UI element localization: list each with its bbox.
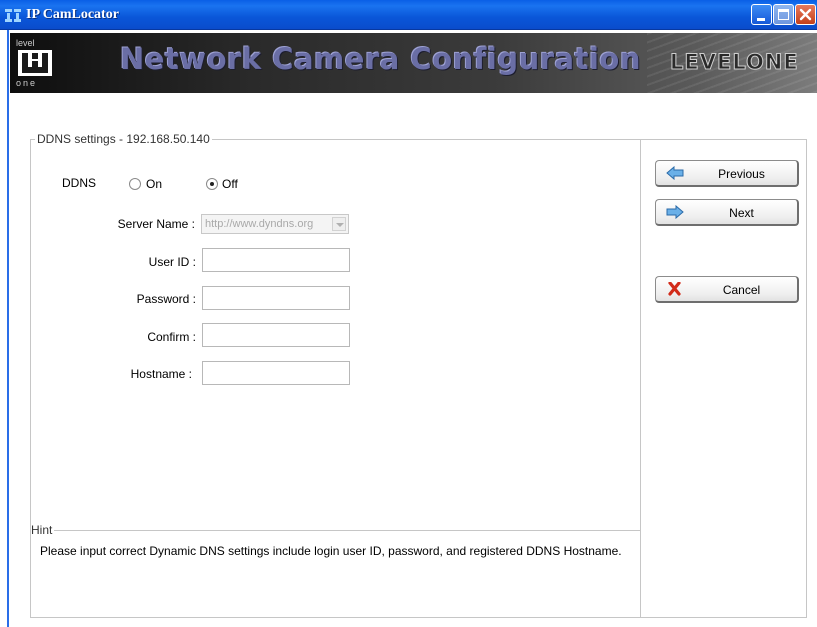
maximize-icon	[778, 9, 789, 20]
password-label: Password :	[136, 292, 196, 306]
close-icon	[799, 8, 812, 21]
server-name-label: Server Name :	[117, 217, 195, 231]
ddns-on-radio[interactable]	[129, 178, 141, 190]
cancel-x-icon	[668, 282, 681, 296]
header-banner: level one Network Camera Configuration L…	[10, 33, 817, 93]
maximize-button[interactable]	[773, 4, 794, 25]
confirm-label: Confirm :	[147, 330, 196, 344]
minimize-button[interactable]	[751, 4, 772, 25]
ddns-label: DDNS	[62, 176, 97, 190]
confirm-password-input[interactable]	[202, 323, 350, 347]
hostname-input[interactable]	[202, 361, 350, 385]
arrow-left-icon	[666, 166, 684, 180]
next-button[interactable]: Next	[655, 199, 799, 226]
server-name-select[interactable]: http://www.dyndns.org	[201, 214, 349, 234]
window-border	[7, 30, 9, 627]
brand-logo-text: LEVELONE	[670, 50, 799, 75]
ddns-off-radio[interactable]	[206, 178, 218, 190]
arrow-right-icon	[666, 205, 684, 219]
chevron-down-icon[interactable]	[332, 217, 346, 231]
hostname-label: Hostname :	[130, 367, 192, 381]
cancel-button[interactable]: Cancel	[655, 276, 799, 303]
app-icon	[5, 9, 21, 22]
close-button[interactable]	[795, 4, 816, 25]
window-titlebar: IP CamLocator	[0, 0, 817, 30]
user-id-input[interactable]	[202, 248, 350, 272]
hint-legend: Hint	[31, 523, 55, 537]
user-id-label: User ID :	[148, 255, 196, 269]
banner-title: Network Camera Configuration	[120, 42, 641, 76]
ddns-on-label[interactable]: On	[146, 177, 162, 191]
cancel-button-label: Cancel	[722, 283, 761, 297]
ddns-off-label[interactable]: Off	[222, 177, 238, 191]
ddns-settings-legend: DDNS settings - 192.168.50.140	[35, 132, 212, 146]
previous-button[interactable]: Previous	[655, 160, 799, 187]
panel-divider	[640, 139, 641, 618]
password-input[interactable]	[202, 286, 350, 310]
previous-button-label: Previous	[718, 167, 765, 181]
minimize-icon	[757, 18, 765, 21]
hint-text: Please input correct Dynamic DNS setting…	[40, 544, 622, 558]
levelone-logo: level one	[16, 38, 56, 88]
server-name-value: http://www.dyndns.org	[205, 218, 314, 230]
next-button-label: Next	[729, 206, 754, 220]
window-title: IP CamLocator	[26, 7, 119, 22]
hint-divider	[31, 530, 640, 531]
